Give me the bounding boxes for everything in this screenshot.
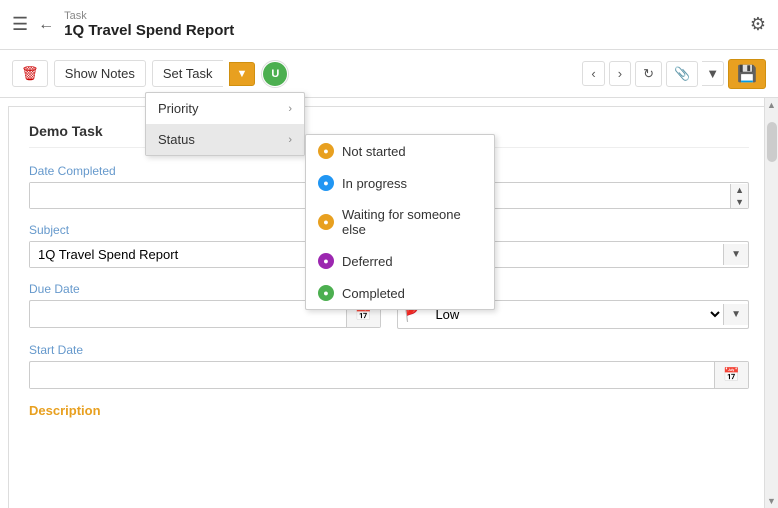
save-button[interactable]: 💾 xyxy=(728,59,766,89)
due-date-input[interactable] xyxy=(30,302,346,327)
spin-down[interactable]: ▼ xyxy=(731,196,748,208)
status-not-started[interactable]: ● Not started xyxy=(306,135,494,167)
delete-button[interactable]: 🗑 xyxy=(12,60,48,87)
attach-button[interactable]: 📎 xyxy=(666,61,698,87)
scrollbar-bottom: ▼ xyxy=(765,494,778,508)
breadcrumb: Task xyxy=(64,10,740,22)
deferred-icon: ● xyxy=(318,253,334,269)
toolbar: 🗑 Show Notes Set Task ▼ U ‹ › ↻ 📎 ▼ 💾 Pr… xyxy=(0,50,778,98)
next-button[interactable]: › xyxy=(609,61,631,86)
page-title: 1Q Travel Spend Report xyxy=(64,22,740,39)
waiting-icon: ● xyxy=(318,214,334,230)
not-started-icon: ● xyxy=(318,143,334,159)
avatar-button[interactable]: U xyxy=(261,60,289,88)
dropdown-menu: Priority › Status › xyxy=(145,92,305,156)
scrollbar-thumb[interactable] xyxy=(767,122,777,162)
start-date-input[interactable] xyxy=(30,363,714,388)
dropdown-item-priority[interactable]: Priority › xyxy=(146,93,304,124)
toolbar-right: ‹ › ↻ 📎 ▼ 💾 xyxy=(582,59,766,89)
set-task-button[interactable]: Set Task xyxy=(152,60,223,87)
start-date-row: Start Date 📅 xyxy=(29,343,749,389)
gear-icon[interactable]: ⚙ xyxy=(750,14,766,35)
scrollbar-track[interactable]: ▲ ▼ xyxy=(764,98,778,508)
status-submenu: ● Not started ● In progress ● Waiting fo… xyxy=(305,134,495,310)
prev-button[interactable]: ‹ xyxy=(582,61,604,86)
set-task-dropdown-button[interactable]: ▼ xyxy=(229,62,256,86)
spin-buttons: ▲ ▼ xyxy=(730,184,748,208)
status-in-progress[interactable]: ● In progress xyxy=(306,167,494,199)
attach-arrow-button[interactable]: ▼ xyxy=(702,61,724,86)
status-waiting[interactable]: ● Waiting for someone else xyxy=(306,199,494,245)
status-completed[interactable]: ● Completed xyxy=(306,277,494,309)
spin-up[interactable]: ▲ xyxy=(731,184,748,196)
show-notes-button[interactable]: Show Notes xyxy=(54,60,146,87)
start-date-label: Start Date xyxy=(29,343,749,357)
header-title-area: Task 1Q Travel Spend Report xyxy=(64,10,740,39)
priority-dropdown-icon[interactable]: ▼ xyxy=(723,304,748,325)
status-deferred[interactable]: ● Deferred xyxy=(306,245,494,277)
avatar: U xyxy=(263,62,287,86)
chevron-right-icon: › xyxy=(288,103,292,115)
scrollbar-up[interactable]: ▲ xyxy=(765,98,778,112)
start-date-calendar-icon[interactable]: 📅 xyxy=(714,362,748,388)
scrollbar-down[interactable]: ▼ xyxy=(765,494,778,508)
start-date-input-wrapper: 📅 xyxy=(29,361,749,389)
menu-icon[interactable]: ☰ xyxy=(12,14,28,35)
description-label: Description xyxy=(29,403,749,418)
refresh-button[interactable]: ↻ xyxy=(635,61,662,87)
subject-dropdown-icon[interactable]: ▼ xyxy=(723,244,748,265)
back-icon[interactable]: ← xyxy=(38,16,54,34)
dropdown-item-status[interactable]: Status › xyxy=(146,124,304,155)
header: ☰ ← Task 1Q Travel Spend Report ⚙ xyxy=(0,0,778,50)
chevron-right-icon: › xyxy=(288,134,292,146)
in-progress-icon: ● xyxy=(318,175,334,191)
completed-icon: ● xyxy=(318,285,334,301)
